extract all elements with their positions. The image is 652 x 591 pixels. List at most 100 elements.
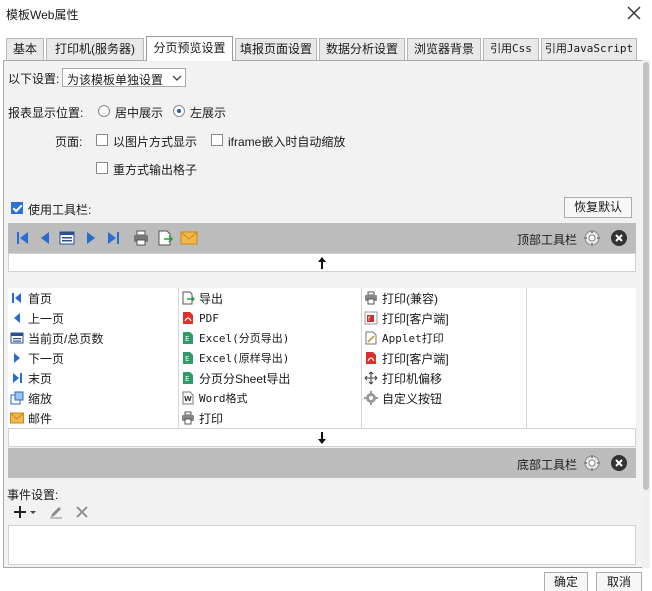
button-label: 打印 [199,411,224,426]
next-page-icon[interactable] [82,229,100,247]
use-toolbar-checkbox[interactable] [11,202,23,214]
repeat-cell-label: 重方式输出格子 [113,163,198,177]
radio-left[interactable] [173,105,185,117]
first-page-icon[interactable] [14,229,32,247]
tab-page-preview[interactable]: 分页预览设置 [146,36,233,61]
button-label: 分页分Sheet导出 [199,371,291,386]
button-label: 打印[客户端] [382,351,449,366]
restore-default-button[interactable]: 恢复默认 [564,197,632,218]
mode-label: 以下设置: [8,72,60,86]
button-next-page[interactable]: 下一页 [10,348,64,368]
button-label: Excel(分页导出) [199,332,290,345]
button-label: 邮件 [28,411,53,426]
button-label: PDF [199,311,219,325]
current-page-icon [10,331,24,345]
radio-center[interactable] [98,105,110,117]
last-page-icon[interactable] [104,229,122,247]
flash-print-icon: f [364,311,378,325]
toolbar-remove-icon[interactable] [610,229,628,247]
bottom-toolbar-settings-gear-icon[interactable] [583,454,601,472]
button-label: 自定义按钮 [382,391,443,406]
excel-icon: E [181,371,195,385]
scrollbar-thumb[interactable] [643,62,649,490]
add-event-icon[interactable] [13,504,39,520]
tab-css[interactable]: 引用Css [483,38,539,60]
button-last-page[interactable]: 末页 [10,368,52,388]
bottom-toolbar: 底部工具栏 [8,448,636,478]
close-icon[interactable] [626,5,642,21]
button-word[interactable]: W Word格式 [181,388,248,408]
cancel-button[interactable]: 取消 [596,572,642,591]
tab-basic[interactable]: 基本 [6,38,44,60]
prev-page-icon [10,311,24,325]
button-excel-paged[interactable]: E Excel(分页导出) [181,328,289,348]
ok-button[interactable]: 确定 [544,572,588,591]
pdf-print-icon [364,351,378,365]
tab-javascript[interactable]: 引用JavaScript [541,38,637,60]
button-label: 导出 [199,291,224,306]
button-pdf-print[interactable]: 打印[客户端] [364,348,449,368]
top-toolbar: 顶部工具栏 [8,223,636,253]
move-icon [364,371,378,385]
bottom-toolbar-drop-area[interactable] [8,428,636,447]
button-custom[interactable]: 自定义按钮 [364,388,442,408]
print-icon [364,291,378,305]
events-list[interactable] [8,525,636,565]
button-first-page[interactable]: 首页 [10,288,52,308]
tab-browser-background[interactable]: 浏览器背景 [407,38,481,60]
button-label: 打印[客户端] [382,311,449,326]
repeat-cell-checkbox[interactable] [96,162,108,174]
bottom-toolbar-remove-icon[interactable] [610,454,628,472]
image-mode-label: 以图片方式显示 [113,135,198,149]
export-icon[interactable] [156,229,174,247]
top-toolbar-drop-area[interactable] [8,253,636,272]
next-page-icon [10,351,24,365]
button-sheet-export[interactable]: E 分页分Sheet导出 [181,368,290,388]
page-label: 页面: [55,135,83,149]
prev-page-icon[interactable] [36,229,54,247]
edit-event-icon[interactable] [48,504,64,520]
button-zoom[interactable]: 缩放 [10,388,52,408]
excel-icon: E [181,331,195,345]
toolbar-settings-gear-icon[interactable] [583,229,601,247]
use-toolbar-label: 使用工具栏: [28,203,92,217]
email-icon[interactable] [180,229,198,247]
email-icon [10,411,24,425]
position-label: 报表显示位置: [8,106,84,120]
button-label: Excel(原样导出) [199,352,290,365]
button-flash-print[interactable]: f 打印[客户端] [364,308,449,328]
button-applet-print[interactable]: Applet打印 [364,328,444,348]
tab-printer-server[interactable]: 打印机(服务器) [46,38,144,60]
gear-icon [364,391,378,405]
window-title: 模板Web属性 [6,8,79,22]
button-current-page[interactable]: 当前页/总页数 [10,328,103,348]
button-label: Applet打印 [382,332,444,345]
top-toolbar-label: 顶部工具栏 [517,233,578,247]
export-icon [181,291,195,305]
image-mode-checkbox[interactable] [96,134,108,146]
svg-text:W: W [184,395,192,403]
button-excel-original[interactable]: E Excel(原样导出) [181,348,289,368]
button-label: Word格式 [199,392,248,405]
tab-data-analysis[interactable]: 数据分析设置 [319,38,405,60]
radio-left-label: 左展示 [190,106,227,120]
iframe-zoom-checkbox[interactable] [211,134,223,146]
print-icon[interactable] [132,229,150,247]
button-label: 缩放 [28,391,53,406]
mode-select[interactable]: 为该模板单独设置 [62,68,186,87]
button-export[interactable]: 导出 [181,288,223,308]
button-email[interactable]: 邮件 [10,408,52,428]
button-list: 首页 导出 打印(兼容) 上一页 PDF f 打印[客户端] 当前页/总页数 E… [8,288,636,428]
current-page-icon[interactable] [58,229,76,247]
button-label: 打印(兼容) [382,291,438,306]
button-pdf[interactable]: PDF [181,308,219,328]
word-icon: W [181,391,195,405]
tab-fill-page[interactable]: 填报页面设置 [235,38,317,60]
button-printer-offset[interactable]: 打印机偏移 [364,368,442,388]
button-print[interactable]: 打印 [181,408,223,428]
button-print-compatible[interactable]: 打印(兼容) [364,288,438,308]
button-label: 打印机偏移 [382,371,443,386]
button-prev-page[interactable]: 上一页 [10,308,64,328]
arrow-down-icon [318,432,326,444]
delete-event-icon[interactable] [74,504,90,520]
